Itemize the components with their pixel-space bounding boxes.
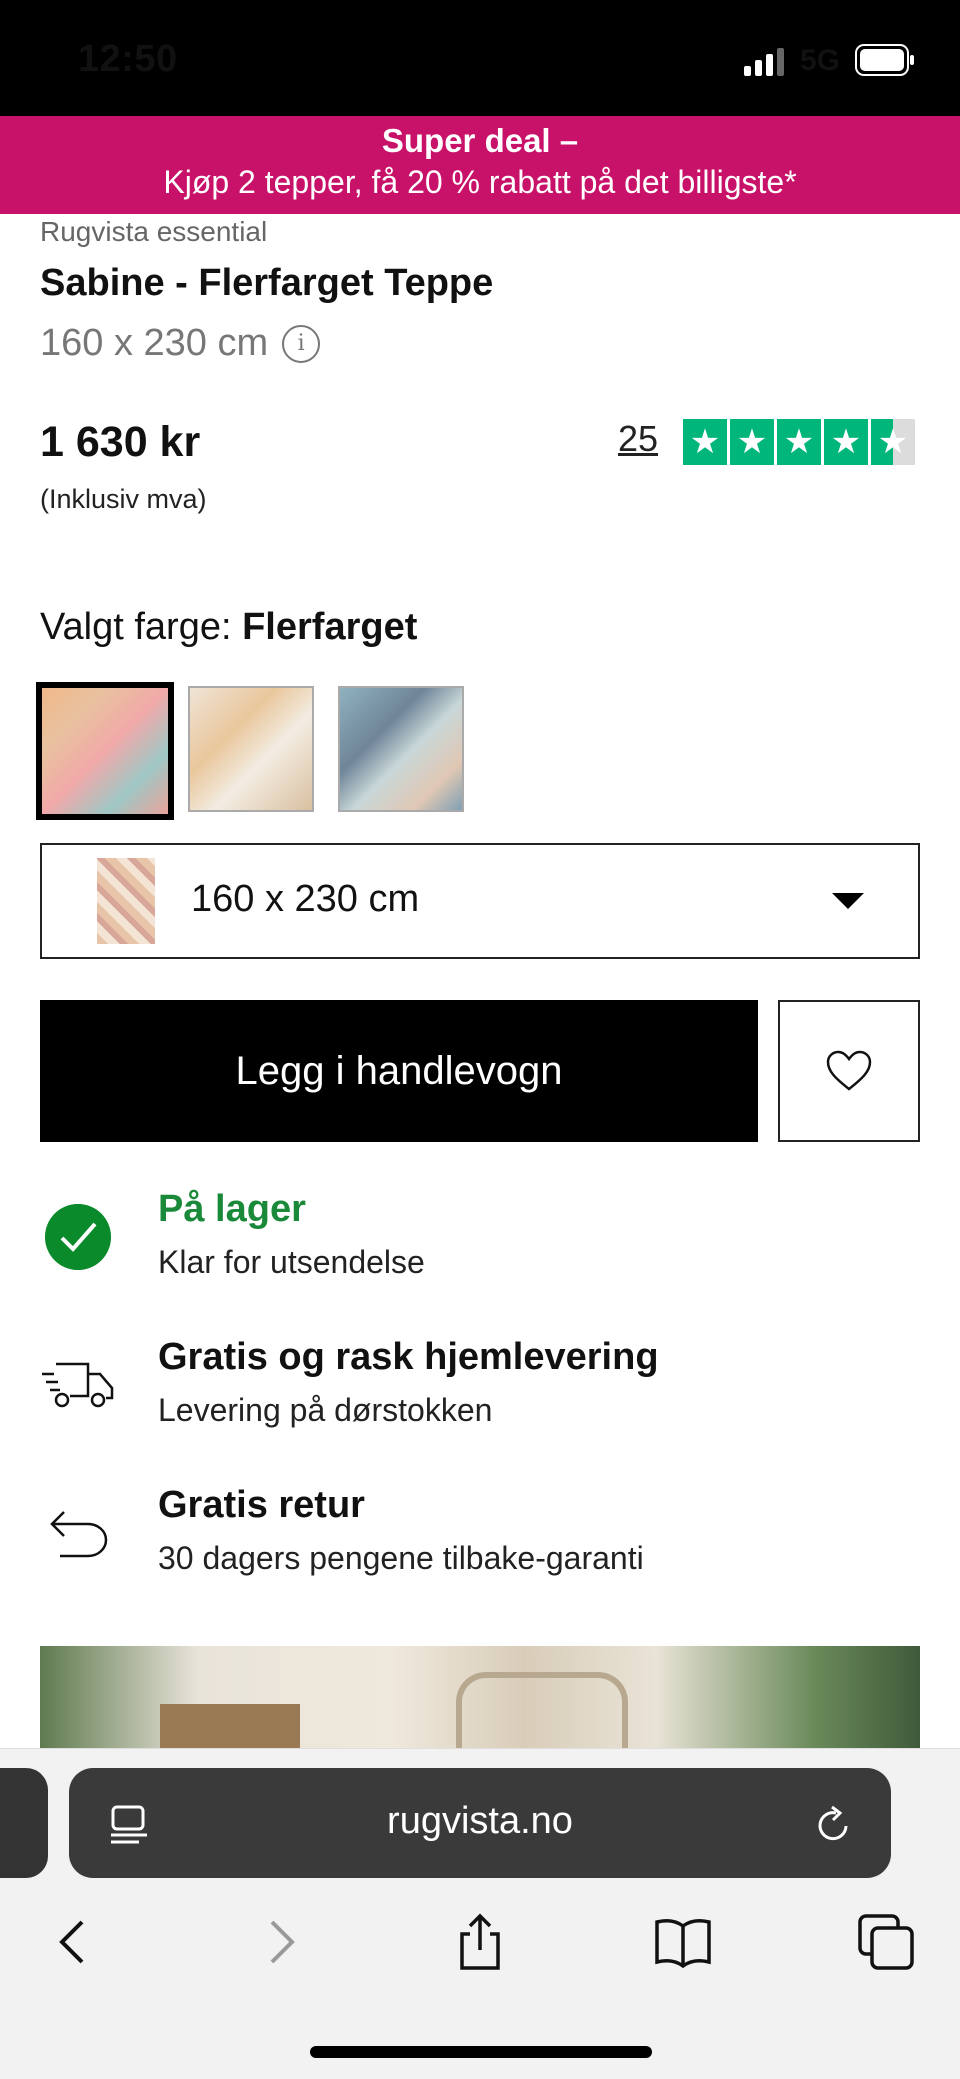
status-time: 12:50	[78, 38, 178, 80]
delivery-title: Gratis og rask hjemlevering	[158, 1336, 659, 1378]
home-indicator	[310, 2046, 652, 2058]
promo-title: Super deal –	[381, 122, 579, 159]
color-swatch-multicolor[interactable]	[36, 682, 174, 820]
half-star-icon: ★	[871, 419, 915, 465]
return-subtitle: 30 dagers pengene tilbake-garanti	[158, 1540, 644, 1576]
size-select-value: 160 x 230 cm	[191, 878, 420, 920]
wishlist-button[interactable]	[778, 1000, 920, 1142]
promo-text: Kjøp 2 tepper, få 20 % rabatt på det bil…	[163, 164, 797, 200]
url-text[interactable]: rugvista.no	[69, 1800, 891, 1843]
chevron-down-icon	[832, 893, 864, 909]
color-selection-label: Valgt farge: Flerfarget	[40, 606, 417, 649]
stock-subtitle: Klar for utsendelse	[158, 1244, 425, 1280]
previous-tab-preview[interactable]	[0, 1768, 48, 1878]
network-label: 5G	[800, 44, 841, 77]
size-select[interactable]	[40, 843, 920, 959]
star-icon: ★	[824, 419, 868, 465]
return-title: Gratis retur	[158, 1484, 365, 1526]
star-icon: ★	[683, 419, 727, 465]
rating-stars[interactable]: ★ ★ ★ ★ ★	[683, 419, 915, 465]
size-thumbnail	[97, 858, 155, 944]
review-count-link[interactable]: 25	[618, 418, 658, 460]
delivery-subtitle: Levering på dørstokken	[158, 1392, 493, 1428]
product-price: 1 630 kr	[40, 418, 201, 466]
product-brand: Rugvista essential	[40, 216, 268, 247]
add-to-cart-button[interactable]: Legg i handlevogn	[40, 1000, 758, 1142]
return-arrow-icon	[50, 1511, 108, 1558]
tabs-icon[interactable]	[856, 1912, 916, 1972]
check-circle-icon	[45, 1204, 111, 1270]
delivery-truck-icon	[42, 1362, 114, 1408]
color-swatch-blue[interactable]	[338, 686, 464, 812]
product-size: 160 x 230 cm i	[40, 322, 321, 365]
reload-icon[interactable]	[812, 1804, 856, 1848]
bookmarks-icon[interactable]	[653, 1912, 713, 1972]
signal-icon	[744, 48, 784, 76]
color-swatch-beige[interactable]	[188, 686, 314, 812]
stock-status: På lager	[158, 1188, 306, 1230]
vat-note: (Inklusiv mva)	[40, 484, 207, 514]
color-label-value: Flerfarget	[242, 606, 418, 648]
color-label-prefix: Valgt farge:	[40, 606, 232, 648]
battery-icon	[855, 44, 914, 76]
star-icon: ★	[777, 419, 821, 465]
product-size-text: 160 x 230 cm	[40, 322, 269, 364]
info-icon[interactable]: i	[282, 324, 321, 363]
forward-icon[interactable]	[250, 1912, 310, 1972]
share-icon[interactable]	[450, 1912, 510, 1972]
product-title: Sabine - Flerfarget Teppe	[40, 262, 494, 304]
back-icon[interactable]	[44, 1912, 104, 1972]
heart-icon	[826, 1050, 872, 1091]
star-icon: ★	[730, 419, 774, 465]
